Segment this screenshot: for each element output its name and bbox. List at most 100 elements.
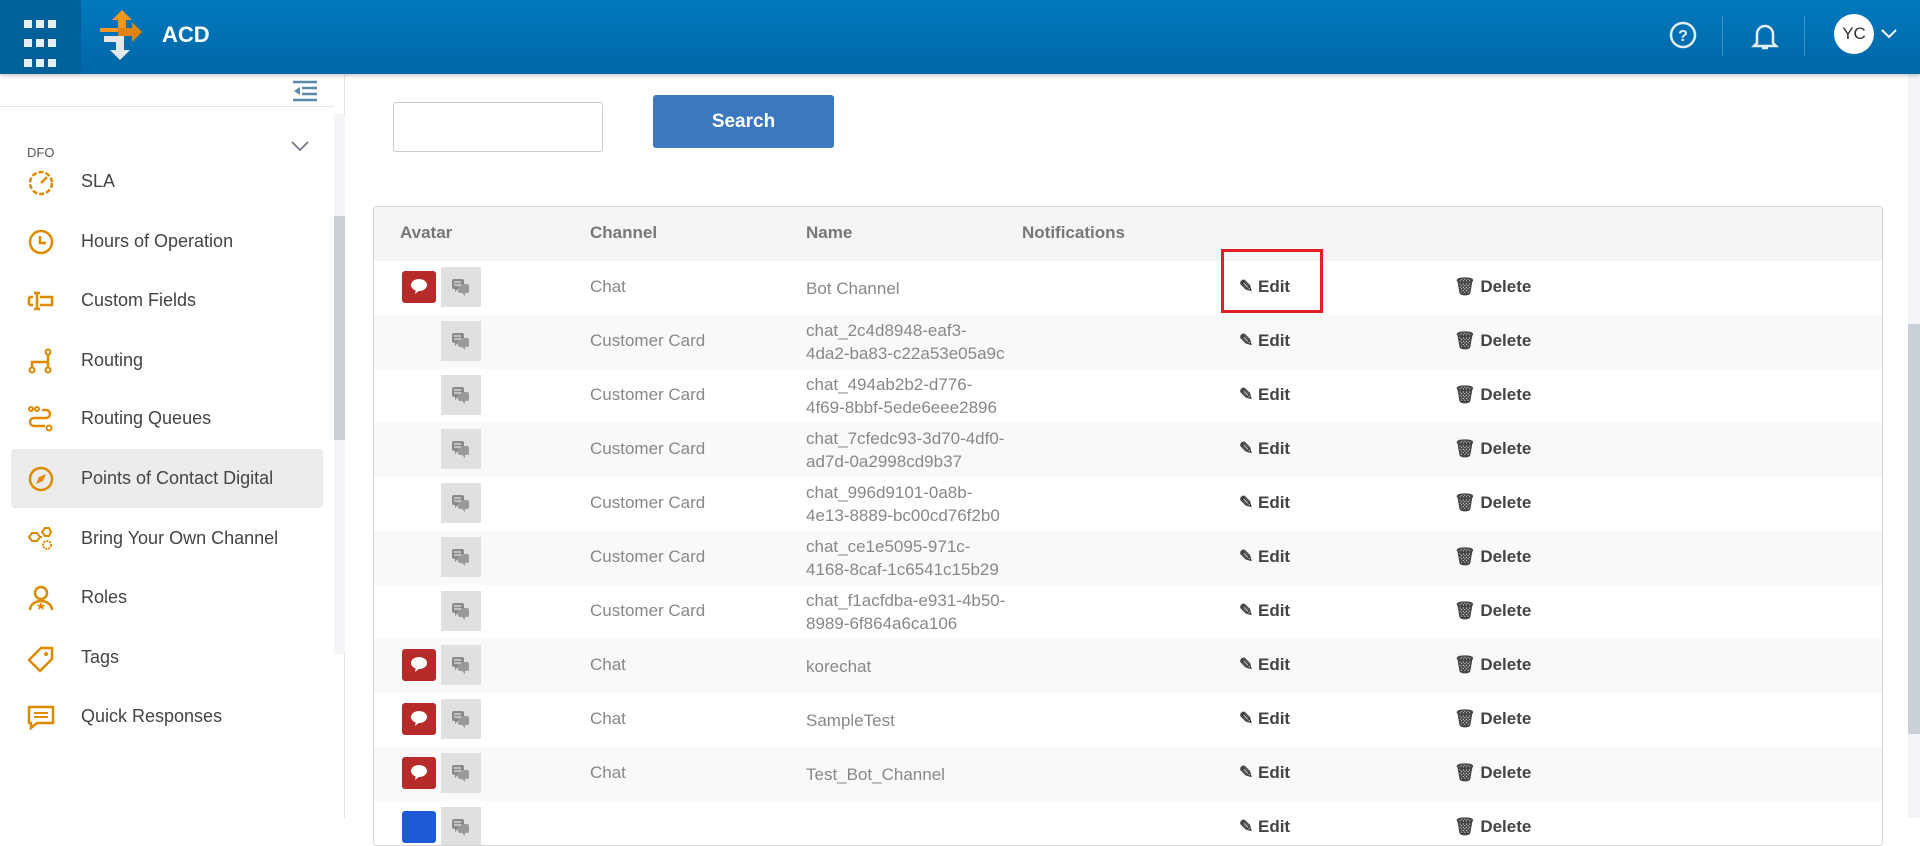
delete-button[interactable]: 🗑 Delete — [1454, 385, 1531, 405]
table-row: Customer Card chat_f1acfdba-e931-4b50- 898… — [374, 585, 1882, 639]
sidebar-item-points-of-contact-digital[interactable]: Points of Contact Digital — [11, 449, 323, 508]
chat-bubbles-icon — [452, 819, 469, 836]
edit-button[interactable]: ✎ Edit — [1239, 655, 1290, 675]
sidebar-item-label: Quick Responses — [81, 706, 223, 726]
table-row: Customer Card chat_7cfedc93-3d70-4df0- ad7… — [374, 423, 1882, 477]
chat-icon — [411, 279, 427, 294]
channel-type-avatar — [441, 429, 481, 469]
delete-label: Delete — [1480, 277, 1532, 296]
pencil-icon: ✎ — [1239, 709, 1254, 728]
name-cell: chat_996d9101-0a8b- 4e13-8889-bc00cd76f2b… — [806, 481, 1000, 527]
name-cell: chat_494ab2b2-d776- 4f69-8bbf-5ede6eee289… — [806, 373, 997, 419]
delete-label: Delete — [1480, 547, 1532, 566]
edit-button[interactable]: ✎ Edit — [1239, 385, 1290, 405]
name-line: 8989-6f864a6ca106 — [806, 614, 958, 633]
sidebar-item-sla[interactable]: SLA — [11, 152, 323, 211]
delete-button[interactable]: 🗑 Delete — [1454, 493, 1531, 513]
channel-cell: Chat — [590, 655, 626, 674]
byoc-icon — [27, 526, 53, 550]
user-avatar[interactable]: YC — [1834, 14, 1874, 54]
edit-button[interactable]: ✎ Edit — [1239, 817, 1290, 837]
name-cell: Test_Bot_Channel — [806, 763, 945, 786]
edit-button[interactable]: ✎ Edit — [1239, 709, 1290, 729]
delete-button[interactable]: 🗑 Delete — [1454, 547, 1531, 567]
name-cell: chat_ce1e5095-971c- 4168-8caf-1c6541c15b2… — [806, 535, 999, 581]
edit-button[interactable]: ✎ Edit — [1239, 439, 1290, 459]
delete-button[interactable]: 🗑 Delete — [1454, 655, 1531, 675]
pencil-icon: ✎ — [1239, 493, 1254, 512]
column-header-name: Name — [806, 223, 853, 242]
sidebar-item-label: Points of Contact Digital — [81, 468, 274, 488]
table-row: Customer Card chat_2c4d8948-eaf3- 4da2-ba8… — [374, 315, 1882, 369]
sidebar-item-hours-of-operation[interactable]: Hours of Operation — [11, 212, 323, 271]
channel-cell: Chat — [590, 709, 626, 728]
app-launcher-icon[interactable] — [0, 0, 81, 74]
delete-button[interactable]: 🗑 Delete — [1454, 709, 1531, 729]
highlight-box — [1221, 249, 1323, 313]
edit-button[interactable]: ✎ Edit — [1239, 763, 1290, 783]
pencil-icon: ✎ — [1239, 331, 1254, 350]
chevron-down-icon[interactable] — [290, 140, 310, 152]
delete-label: Delete — [1480, 655, 1532, 674]
sidebar-item-custom-fields[interactable]: Custom Fields — [11, 271, 323, 330]
sidebar-item-tags[interactable]: Tags — [11, 628, 323, 687]
chevron-down-icon[interactable] — [1880, 28, 1898, 40]
delete-label: Delete — [1480, 439, 1532, 458]
delete-button[interactable]: 🗑 Delete — [1454, 439, 1531, 459]
search-input[interactable] — [393, 102, 603, 152]
sidebar: DFO SLA Hours of Operation Custom Fields Ro… — [0, 74, 345, 818]
channel-type-avatar — [441, 807, 481, 845]
edit-label: Edit — [1257, 763, 1291, 782]
pencil-icon: ✎ — [1239, 385, 1254, 404]
delete-button[interactable]: 🗑 Delete — [1454, 331, 1531, 351]
trash-icon: 🗑 — [1454, 547, 1476, 566]
edit-label: Edit — [1257, 817, 1291, 836]
delete-button[interactable]: 🗑 Delete — [1454, 277, 1531, 297]
page-scrollbar[interactable] — [1908, 74, 1920, 818]
collapse-sidebar-icon[interactable] — [292, 80, 318, 102]
name-cell: chat_f1acfdba-e931-4b50- 8989-6f864a6ca10… — [806, 589, 1005, 635]
help-icon[interactable]: ? — [1668, 20, 1698, 50]
edit-label: Edit — [1257, 547, 1291, 566]
channel-cell: Customer Card — [590, 493, 706, 512]
delete-button[interactable]: 🗑 Delete — [1454, 817, 1531, 837]
channel-type-avatar — [441, 591, 481, 631]
sidebar-item-routing-queues[interactable]: Routing Queues — [11, 389, 323, 448]
sidebar-item-roles[interactable]: Roles — [11, 568, 323, 627]
name-cell: chat_2c4d8948-eaf3- 4da2-ba83-c22a53e05a9… — [806, 319, 1005, 365]
search-button[interactable]: Search — [653, 95, 834, 148]
acd-logo — [100, 10, 142, 60]
edit-button[interactable]: ✎ Edit — [1239, 547, 1290, 567]
sidebar-item-quick-responses[interactable]: Quick Responses — [11, 687, 323, 746]
edit-button[interactable]: ✎ Edit — [1239, 493, 1290, 513]
chat-bubbles-icon — [452, 333, 469, 350]
channel-type-avatar — [441, 699, 481, 739]
delete-label: Delete — [1480, 601, 1532, 620]
chat-bubbles-icon — [452, 711, 469, 728]
chat-icon — [411, 765, 427, 780]
sidebar-item-label: SLA — [81, 171, 116, 191]
sidebar-item-label: Tags — [81, 647, 120, 667]
edit-button[interactable]: ✎ Edit — [1239, 601, 1290, 621]
name-line: 4168-8caf-1c6541c15b29 — [806, 560, 999, 579]
bell-icon[interactable] — [1750, 20, 1780, 52]
delete-button[interactable]: 🗑 Delete — [1454, 763, 1531, 783]
sidebar-scrollbar[interactable] — [334, 114, 345, 654]
name-line: 4e13-8889-bc00cd76f2b0 — [806, 506, 1000, 525]
pencil-icon: ✎ — [1239, 547, 1254, 566]
trash-icon: 🗑 — [1454, 493, 1476, 512]
trash-icon: 🗑 — [1454, 709, 1476, 728]
edit-button[interactable]: ✎ Edit — [1239, 331, 1290, 351]
delete-button[interactable]: 🗑 Delete — [1454, 601, 1531, 621]
name-cell: SampleTest — [806, 709, 895, 732]
channel-avatar — [402, 811, 436, 843]
sidebar-item-routing[interactable]: Routing — [11, 331, 323, 390]
name-line: chat_996d9101-0a8b- — [806, 483, 973, 502]
trash-icon: 🗑 — [1454, 763, 1476, 782]
trash-icon: 🗑 — [1454, 439, 1476, 458]
sidebar-item-bring-your-own-channel[interactable]: Bring Your Own Channel — [11, 509, 323, 568]
edit-label: Edit — [1257, 709, 1291, 728]
trash-icon: 🗑 — [1454, 817, 1476, 836]
top-header: ACD ? YC — [0, 0, 1920, 74]
sidebar-item-label: Roles — [81, 587, 128, 607]
